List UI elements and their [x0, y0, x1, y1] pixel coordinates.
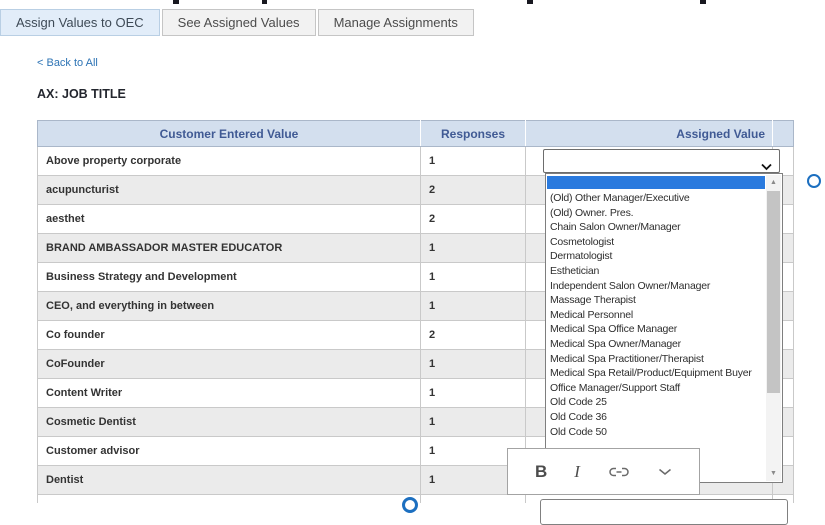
- dropdown-option[interactable]: Medical Spa Owner/Manager: [547, 337, 765, 352]
- dropdown-option[interactable]: Medical Spa Office Manager: [547, 322, 765, 337]
- col-header-responses: Responses: [421, 121, 526, 147]
- cell-responses: 2: [421, 205, 526, 234]
- dropdown-scrollbar[interactable]: ▲ ▼: [766, 175, 781, 481]
- link-icon[interactable]: [607, 465, 631, 479]
- tab-bar: Assign Values to OEC See Assigned Values…: [0, 9, 474, 36]
- assigned-value-dropdown: (Old) Other Manager/Executive(Old) Owner…: [545, 173, 783, 483]
- dropdown-option[interactable]: Medical Personnel: [547, 308, 765, 323]
- italic-button[interactable]: I: [574, 462, 580, 482]
- tab-see-assigned-values[interactable]: See Assigned Values: [162, 9, 316, 36]
- col-header-empty: [773, 121, 794, 147]
- cell-responses: 2: [421, 321, 526, 350]
- cell-responses: 1: [421, 408, 526, 437]
- annotation-circle-bottom: [402, 497, 418, 513]
- clipped-text-remnant: [700, 0, 706, 4]
- dropdown-option[interactable]: (Old) Owner. Pres.: [547, 206, 765, 221]
- cell-responses: 1: [421, 263, 526, 292]
- dropdown-option[interactable]: Old Code 50: [547, 425, 765, 440]
- dropdown-option[interactable]: Independent Salon Owner/Manager: [547, 279, 765, 294]
- cell-responses: 1: [421, 292, 526, 321]
- scrollbar-thumb[interactable]: [767, 191, 780, 393]
- tab-manage-assignments[interactable]: Manage Assignments: [318, 9, 474, 36]
- formatting-toolbar: B I: [507, 448, 700, 495]
- dropdown-option[interactable]: Old Code 25: [547, 395, 765, 410]
- clipped-text-remnant: [262, 0, 267, 4]
- chevron-down-icon[interactable]: [658, 468, 672, 476]
- cell-customer-value: Above property corporate: [38, 147, 421, 176]
- cell-empty: [421, 495, 526, 503]
- scroll-down-icon[interactable]: ▼: [766, 466, 781, 481]
- cell-customer-value: aesthet: [38, 205, 421, 234]
- page-title: AX: JOB TITLE: [37, 87, 126, 101]
- cell-responses: 1: [421, 147, 526, 176]
- cell-customer-value: CEO, and everything in between: [38, 292, 421, 321]
- cell-customer-value: Dentist: [38, 466, 421, 495]
- back-to-all-link[interactable]: < Back to All: [37, 57, 98, 69]
- cell-empty: [38, 495, 421, 503]
- cell-customer-value: Content Writer: [38, 379, 421, 408]
- cell-customer-value: acupuncturist: [38, 176, 421, 205]
- cell-customer-value: Co founder: [38, 321, 421, 350]
- clipped-text-remnant: [173, 0, 179, 4]
- scroll-up-icon[interactable]: ▲: [766, 175, 781, 190]
- dropdown-option[interactable]: Chain Salon Owner/Manager: [547, 220, 765, 235]
- clipped-text-remnant: [527, 0, 533, 4]
- dropdown-option-blank-selected[interactable]: [547, 176, 765, 189]
- dropdown-option[interactable]: Esthetician: [547, 264, 765, 279]
- cell-responses: 1: [421, 350, 526, 379]
- screen: Assign Values to OEC See Assigned Values…: [0, 0, 825, 519]
- next-row-select-partial[interactable]: [540, 499, 788, 525]
- dropdown-option[interactable]: Old Code 36: [547, 410, 765, 425]
- bold-button[interactable]: B: [535, 462, 547, 482]
- cell-customer-value: Cosmetic Dentist: [38, 408, 421, 437]
- dropdown-option[interactable]: (Old) Other Manager/Executive: [547, 191, 765, 206]
- cell-responses: 2: [421, 176, 526, 205]
- table-header-row: Customer Entered Value Responses Assigne…: [38, 121, 794, 147]
- cell-customer-value: CoFounder: [38, 350, 421, 379]
- dropdown-option[interactable]: Office Manager/Support Staff: [547, 381, 765, 396]
- dropdown-option[interactable]: Medical Spa Retail/Product/Equipment Buy…: [547, 366, 765, 381]
- cell-customer-value: Business Strategy and Development: [38, 263, 421, 292]
- cell-customer-value: Customer advisor: [38, 437, 421, 466]
- dropdown-option[interactable]: Cosmetologist: [547, 235, 765, 250]
- assigned-value-select[interactable]: [543, 149, 780, 173]
- dropdown-option[interactable]: Medical Spa Practitioner/Therapist: [547, 352, 765, 367]
- cell-customer-value: BRAND AMBASSADOR MASTER EDUCATOR: [38, 234, 421, 263]
- dropdown-option[interactable]: Massage Therapist: [547, 293, 765, 308]
- cell-responses: 1: [421, 379, 526, 408]
- annotation-circle-right: [807, 174, 821, 188]
- col-header-customer-entered-value: Customer Entered Value: [38, 121, 421, 147]
- col-header-assigned-value: Assigned Value: [526, 121, 773, 147]
- cell-responses: 1: [421, 234, 526, 263]
- dropdown-options: (Old) Other Manager/Executive(Old) Owner…: [547, 191, 765, 439]
- tab-assign-values-to-oec[interactable]: Assign Values to OEC: [0, 9, 160, 36]
- dropdown-option[interactable]: Dermatologist: [547, 249, 765, 264]
